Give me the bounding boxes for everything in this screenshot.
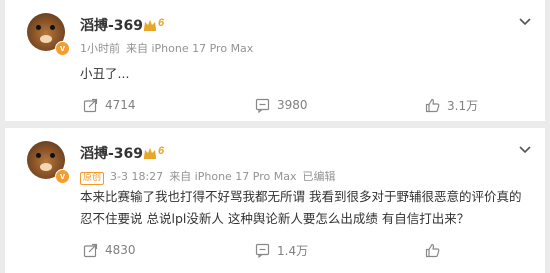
- username[interactable]: 滔搏-369: [80, 143, 143, 163]
- thumbs-up-icon: [425, 98, 440, 112]
- comment-button[interactable]: 1.4万: [255, 240, 308, 260]
- comment-button[interactable]: 3980: [255, 95, 308, 115]
- vip-level: 6: [158, 145, 165, 157]
- comment-icon: [255, 98, 270, 113]
- comment-count: 1.4万: [277, 243, 309, 258]
- thumbs-up-icon: [425, 243, 440, 257]
- crown-icon: [144, 148, 156, 159]
- forward-button[interactable]: 4830: [83, 240, 136, 260]
- weibo-post: v 滔搏-369 6 原创 3-3 18:27 来自 iPhone 17 Pro M…: [5, 128, 545, 273]
- comment-icon: [255, 243, 270, 258]
- share-icon: [83, 243, 98, 257]
- forward-button[interactable]: 4714: [83, 95, 136, 115]
- post-meta: 1小时前 来自 iPhone 17 Pro Max: [80, 40, 259, 56]
- like-count: 3.1万: [447, 98, 479, 113]
- like-button[interactable]: 3.1万: [425, 95, 478, 115]
- chevron-down-icon[interactable]: [519, 146, 531, 154]
- post-time[interactable]: 3-3 18:27: [110, 170, 163, 183]
- forward-count: 4830: [105, 243, 136, 257]
- post-source: 来自 iPhone 17 Pro Max: [169, 170, 297, 183]
- post-body: 小丑了...: [80, 66, 130, 81]
- vip-level: 6: [158, 17, 165, 29]
- share-icon: [83, 98, 98, 112]
- verified-badge-icon: v: [55, 41, 70, 56]
- post-source: 来自 iPhone 17 Pro Max: [126, 42, 254, 55]
- post-time[interactable]: 1小时前: [80, 42, 120, 55]
- like-button[interactable]: [425, 240, 447, 260]
- original-tag: 原创: [80, 172, 105, 185]
- verified-badge-icon: v: [55, 169, 70, 184]
- comment-count: 3980: [277, 98, 308, 112]
- forward-count: 4714: [105, 98, 136, 112]
- edited-label[interactable]: 已编辑: [303, 170, 336, 183]
- action-bar: 4714 3980 3.1万: [5, 95, 545, 115]
- chevron-down-icon[interactable]: [519, 18, 531, 26]
- action-bar: 4830 1.4万: [5, 240, 545, 260]
- weibo-post: v 滔搏-369 6 1小时前 来自 iPhone 17 Pro Max 小丑了.…: [5, 0, 545, 121]
- username[interactable]: 滔搏-369: [80, 15, 143, 35]
- post-meta: 原创 3-3 18:27 来自 iPhone 17 Pro Max 已编辑: [80, 168, 342, 185]
- crown-icon: [144, 20, 156, 31]
- post-body: 本来比赛输了我也打得不好骂我都无所谓 我看到很多对于野辅很恶意的评价真的忍不住要…: [80, 189, 522, 226]
